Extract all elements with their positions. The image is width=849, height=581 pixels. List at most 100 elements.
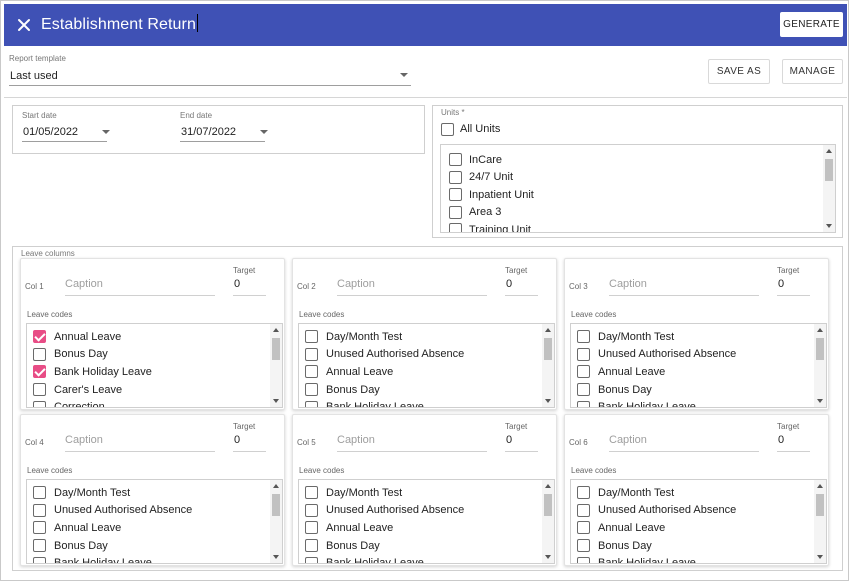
leave-code-checkbox[interactable] [577,486,590,499]
leave-code-checkbox[interactable] [577,365,590,379]
scroll-down-arrow-icon[interactable] [545,399,551,403]
leave-codes-scrollbar[interactable] [270,480,282,563]
leave-code-checkbox[interactable] [305,521,318,535]
leave-code-checkbox[interactable] [577,503,590,517]
end-date-underline [180,141,265,142]
scroll-up-arrow-icon[interactable] [545,328,551,332]
leave-code-checkbox[interactable] [33,503,46,517]
target-input[interactable]: 0 [233,275,266,297]
scroll-thumb[interactable] [816,494,824,516]
scroll-thumb[interactable] [816,338,824,360]
scroll-thumb[interactable] [544,338,552,360]
leave-code-checkbox[interactable] [305,330,318,343]
target-input[interactable]: 0 [777,275,810,297]
scroll-up-arrow-icon[interactable] [817,484,823,488]
target-input[interactable]: 0 [505,431,538,453]
caption-underline [65,295,215,296]
leave-code-label: Bank Holiday Leave [326,401,424,408]
scroll-down-arrow-icon[interactable] [817,399,823,403]
leave-code-checkbox[interactable] [305,365,318,379]
caption-input[interactable]: Caption [609,275,759,297]
leave-code-checkbox[interactable] [33,539,46,553]
leave-codes-scrollbar[interactable] [814,480,826,563]
page-title[interactable]: Establishment Return [41,14,198,34]
generate-button[interactable]: GENERATE [780,12,843,37]
start-date-label: Start date [22,111,57,120]
leave-code-checkbox[interactable] [33,347,46,361]
scroll-down-arrow-icon[interactable] [545,555,551,559]
leave-codes-scrollbar[interactable] [814,324,826,407]
leave-codes-list[interactable]: Day/Month Test Unused Authorised Absence A… [570,479,827,564]
leave-codes-list[interactable]: Annual Leave Bonus Day Bank Holiday Leave C… [26,323,283,408]
target-input[interactable]: 0 [505,275,538,297]
close-icon[interactable] [14,15,34,35]
all-units-checkbox[interactable] [441,123,454,136]
leave-code-checkbox[interactable] [577,400,590,407]
target-label: Target [233,266,256,275]
scroll-thumb[interactable] [272,338,280,360]
leave-codes-scrollbar[interactable] [270,324,282,407]
leave-code-checkbox[interactable] [33,400,46,407]
scroll-up-arrow-icon[interactable] [826,149,832,153]
leave-code-checkbox[interactable] [305,486,318,499]
leave-codes-list[interactable]: Day/Month Test Unused Authorised Absence A… [570,323,827,408]
leave-code-checkbox[interactable] [305,347,318,361]
leave-code-checkbox[interactable] [305,556,318,563]
leave-code-checkbox[interactable] [577,521,590,535]
leave-code-checkbox[interactable] [305,400,318,407]
leave-code-checkbox[interactable] [305,539,318,553]
unit-checkbox[interactable] [449,223,462,232]
save-as-button[interactable]: SAVE AS [708,59,770,84]
scroll-thumb[interactable] [544,494,552,516]
scroll-up-arrow-icon[interactable] [817,328,823,332]
unit-checkbox[interactable] [449,205,462,219]
scroll-down-arrow-icon[interactable] [273,555,279,559]
target-input[interactable]: 0 [777,431,810,453]
leave-code-checkbox[interactable] [577,539,590,553]
leave-code-checkbox[interactable] [33,486,46,499]
scroll-thumb[interactable] [272,494,280,516]
leave-code-checkbox[interactable] [33,556,46,563]
units-list[interactable]: InCare 24/7 Unit Inpatient Unit Area 3 Train… [440,144,836,233]
scroll-up-arrow-icon[interactable] [273,484,279,488]
leave-code-label: Day/Month Test [598,330,675,343]
leave-code-checkbox[interactable] [577,330,590,343]
leave-code-checkbox[interactable] [33,383,46,397]
leave-codes-list[interactable]: Day/Month Test Unused Authorised Absence A… [298,479,555,564]
end-date-picker[interactable]: 31/07/2022 [180,121,268,142]
leave-codes-list[interactable]: Day/Month Test Unused Authorised Absence A… [26,479,283,564]
leave-code-checkbox[interactable] [577,347,590,361]
leave-code-checkbox[interactable] [305,503,318,517]
report-template-select[interactable]: Last used [9,64,411,86]
column-name: Col 6 [569,438,588,447]
target-input[interactable]: 0 [233,431,266,453]
start-date-picker[interactable]: 01/05/2022 [22,121,110,142]
units-scrollbar[interactable] [823,145,835,232]
scroll-down-arrow-icon[interactable] [273,399,279,403]
unit-checkbox[interactable] [449,170,462,184]
leave-codes-scrollbar[interactable] [542,324,554,407]
unit-checkbox[interactable] [449,153,462,166]
caption-input[interactable]: Caption [65,431,215,453]
leave-codes-scrollbar[interactable] [542,480,554,563]
scroll-thumb[interactable] [825,159,833,181]
leave-code-checkbox[interactable] [33,365,46,379]
leave-code-checkbox[interactable] [305,383,318,397]
scroll-down-arrow-icon[interactable] [826,224,832,228]
unit-checkbox[interactable] [449,188,462,201]
leave-codes-list[interactable]: Day/Month Test Unused Authorised Absence A… [298,323,555,408]
scroll-down-arrow-icon[interactable] [817,555,823,559]
chevron-down-icon [260,130,268,134]
caption-input[interactable]: Caption [337,431,487,453]
scroll-up-arrow-icon[interactable] [545,484,551,488]
manage-button[interactable]: MANAGE [782,59,843,84]
leave-code-checkbox[interactable] [577,383,590,397]
caption-input[interactable]: Caption [65,275,215,297]
leave-code-checkbox[interactable] [33,521,46,535]
caption-input[interactable]: Caption [337,275,487,297]
scroll-up-arrow-icon[interactable] [273,328,279,332]
leave-code-checkbox[interactable] [33,330,46,343]
leave-code-checkbox[interactable] [577,556,590,563]
leave-code-label: Unused Authorised Absence [326,504,465,517]
caption-input[interactable]: Caption [609,431,759,453]
